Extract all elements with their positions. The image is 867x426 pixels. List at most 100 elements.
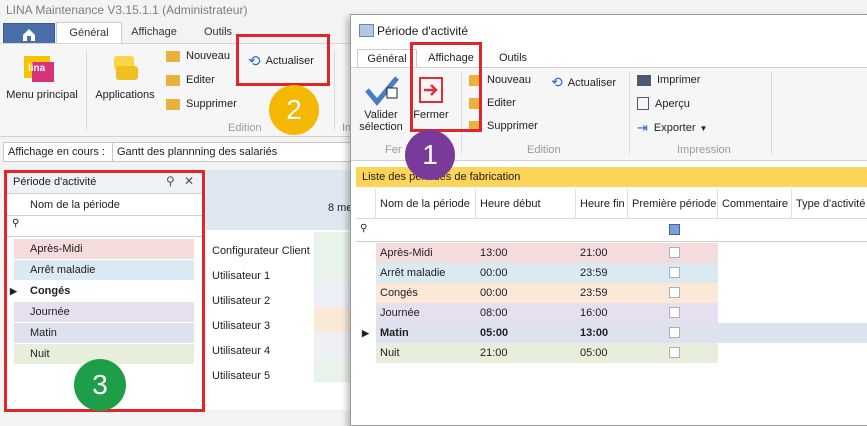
- cell-nom: Journée: [380, 307, 420, 319]
- main-editer-label: Editer: [186, 74, 215, 86]
- main-editer-button[interactable]: Editer: [166, 74, 215, 86]
- main-window-title: LINA Maintenance V3.15.1.1 (Administrate…: [6, 3, 248, 17]
- cell-heure-fin: 21:00: [580, 247, 608, 259]
- table-row[interactable]: Après-Midi 13:00 21:00: [356, 243, 867, 263]
- affichage-label: Affichage en cours :: [3, 142, 113, 162]
- main-edition-group-label: Edition: [228, 122, 262, 134]
- cell-nom: Congés: [380, 287, 418, 299]
- imprimer-button[interactable]: Imprimer: [637, 74, 700, 86]
- main-supprimer-button[interactable]: Supprimer: [166, 98, 237, 110]
- gantt-resource-row[interactable]: Utilisateur 2: [212, 290, 270, 312]
- main-tab-general[interactable]: Général: [56, 22, 122, 44]
- applications-button[interactable]: Applications: [92, 52, 158, 101]
- gantt-chart: 8 me Configurateur Client Utilisateur 1 Ut…: [206, 170, 356, 410]
- premiere-periode-checkbox[interactable]: [669, 347, 680, 358]
- cell-heure-debut: 00:00: [480, 287, 508, 299]
- table-row[interactable]: Arrêt maladie 00:00 23:59: [356, 263, 867, 283]
- home-icon: [23, 29, 35, 41]
- dialog-fermer-group-label: Fer: [385, 144, 402, 156]
- refresh-icon: ⟲: [551, 74, 563, 90]
- dialog-editer-label: Editer: [487, 97, 516, 109]
- exporter-label: Exporter: [653, 122, 696, 134]
- preview-icon: [637, 97, 649, 110]
- table-row[interactable]: ▶ Matin 05:00 13:00: [356, 323, 867, 343]
- table-row[interactable]: Congés 00:00 23:59: [356, 283, 867, 303]
- dialog-supprimer-label: Supprimer: [487, 120, 538, 132]
- new-folder-icon: [166, 50, 180, 62]
- dialog-actualiser-label: Actualiser: [567, 76, 617, 89]
- table-row[interactable]: Journée 08:00 16:00: [356, 303, 867, 323]
- row-indicator-icon: ▶: [362, 328, 369, 338]
- periode-grid: Nom de la période Heure début Heure fin …: [356, 189, 867, 419]
- dialog-tab-outils[interactable]: Outils: [487, 49, 539, 68]
- premiere-periode-checkbox[interactable]: [669, 287, 680, 298]
- column-header-heure-fin[interactable]: Heure fin: [576, 189, 628, 219]
- home-tab[interactable]: [3, 23, 55, 45]
- gantt-resource-row[interactable]: Utilisateur 3: [212, 315, 270, 337]
- cell-heure-debut: 08:00: [480, 307, 508, 319]
- gantt-resource-row[interactable]: Utilisateur 5: [212, 365, 270, 387]
- exporter-button[interactable]: ⇥ Exporter ▼: [637, 120, 707, 136]
- gantt-resource-row[interactable]: Utilisateur 4: [212, 340, 270, 362]
- cell-nom: Matin: [380, 327, 409, 339]
- printer-icon: [637, 74, 651, 86]
- apercu-button[interactable]: Aperçu: [637, 97, 690, 110]
- apercu-label: Aperçu: [655, 97, 690, 110]
- menu-principal-label: Menu principal: [6, 89, 78, 101]
- applications-icon: [114, 56, 138, 80]
- grid-filter-row[interactable]: ⚲: [356, 219, 867, 242]
- callout-box-actualiser: [236, 34, 330, 86]
- main-nouveau-button[interactable]: Nouveau: [166, 50, 230, 62]
- filter-checkbox[interactable]: [669, 224, 680, 235]
- valider-selection-button[interactable]: Valider sélection: [357, 74, 405, 133]
- main-nouveau-label: Nouveau: [186, 50, 231, 62]
- delete-folder-icon: [166, 98, 180, 110]
- dialog-tab-general[interactable]: Général: [357, 49, 417, 69]
- cell-heure-fin: 23:59: [580, 267, 608, 279]
- validate-check-icon: [365, 76, 399, 106]
- cell-nom: Nuit: [380, 347, 400, 359]
- dialog-impression-group-label: Impression: [677, 144, 731, 156]
- column-header-nom[interactable]: Nom de la période: [376, 189, 476, 219]
- applications-label: Applications: [95, 89, 155, 101]
- imprimer-label: Imprimer: [657, 74, 701, 86]
- premiere-periode-checkbox[interactable]: [669, 267, 680, 278]
- dialog-actualiser-button[interactable]: ⟲ Actualiser: [551, 74, 616, 91]
- dialog-nouveau-label: Nouveau: [487, 74, 532, 86]
- affichage-value[interactable]: Gantt des plannning des salariés: [112, 142, 354, 162]
- premiere-periode-checkbox[interactable]: [669, 327, 680, 338]
- column-header-type-activite[interactable]: Type d'activité: [792, 189, 867, 219]
- menu-principal-button[interactable]: lina Menu principal: [6, 52, 78, 101]
- cell-heure-fin: 23:59: [580, 287, 608, 299]
- gantt-resource-row[interactable]: Configurateur Client: [212, 240, 310, 262]
- main-tab-affichage[interactable]: Affichage: [122, 22, 186, 43]
- lina-logo-icon: lina: [24, 56, 54, 82]
- callout-badge-1: 1: [405, 130, 455, 180]
- callout-box-fermer: [410, 42, 482, 132]
- cell-nom: Après-Midi: [380, 247, 433, 259]
- cell-heure-fin: 05:00: [580, 347, 608, 359]
- callout-badge-2: 2: [269, 85, 319, 135]
- cell-heure-debut: 00:00: [480, 267, 508, 279]
- valider-selection-label: Valider sélection: [359, 109, 403, 133]
- dialog-title: Période d'activité: [377, 24, 469, 38]
- edit-folder-icon: [166, 74, 180, 86]
- premiere-periode-checkbox[interactable]: [669, 307, 680, 318]
- gantt-resource-row[interactable]: Utilisateur 1: [212, 265, 270, 287]
- export-icon: ⇥: [637, 120, 648, 135]
- column-header-commentaire[interactable]: Commentaire: [718, 189, 792, 219]
- cell-nom: Arrêt maladie: [380, 267, 446, 279]
- cell-heure-debut: 13:00: [480, 247, 508, 259]
- chevron-down-icon: ▼: [699, 123, 708, 133]
- cell-heure-fin: 13:00: [580, 327, 609, 339]
- dialog-edition-group-label: Edition: [527, 144, 561, 156]
- main-supprimer-label: Supprimer: [186, 98, 237, 110]
- svg-text:lina: lina: [28, 63, 46, 74]
- cell-heure-debut: 05:00: [480, 327, 509, 339]
- column-header-premiere-periode[interactable]: Première période: [628, 189, 718, 219]
- cell-heure-debut: 21:00: [480, 347, 508, 359]
- window-icon: [359, 24, 374, 37]
- column-header-heure-debut[interactable]: Heure début: [476, 189, 576, 219]
- premiere-periode-checkbox[interactable]: [669, 247, 680, 258]
- table-row[interactable]: Nuit 21:00 05:00: [356, 343, 867, 363]
